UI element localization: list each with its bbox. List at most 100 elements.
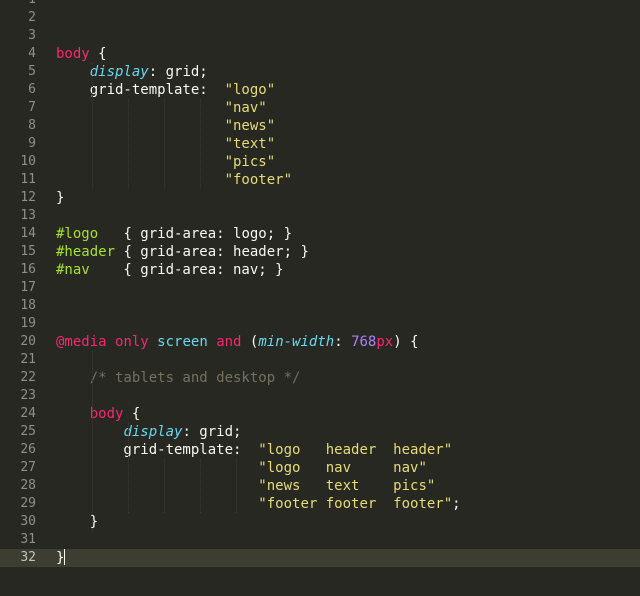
code-line[interactable]: 5 display: grid; xyxy=(0,63,640,81)
line-number: 22 xyxy=(20,370,36,385)
code-token: min-width xyxy=(258,334,335,350)
code-line[interactable]: 32} xyxy=(0,549,640,567)
code-line[interactable]: 24 body { xyxy=(0,405,640,423)
line-code: "nav" xyxy=(56,99,267,117)
code-line[interactable]: 20 @media only screen and (min-width: 768… xyxy=(0,333,640,351)
code-token: "logo header header" xyxy=(258,442,453,458)
line-code: "news text pics" xyxy=(56,477,435,495)
line-code: } xyxy=(56,549,66,567)
code-line[interactable]: 18 xyxy=(0,297,640,315)
code-token: ( xyxy=(241,334,259,350)
code-token: #nav xyxy=(56,262,90,278)
code-token: #header xyxy=(56,244,116,260)
code-line[interactable]: 21 xyxy=(0,351,640,369)
code-token: { grid-area: logo; } xyxy=(98,226,293,242)
code-line[interactable]: 10 "pics" xyxy=(0,153,640,171)
code-line[interactable]: 3 xyxy=(0,27,640,45)
code-line[interactable]: 31 xyxy=(0,531,640,549)
line-number: 23 xyxy=(20,388,36,403)
line-number: 5 xyxy=(28,64,36,79)
code-line[interactable]: 4 body { xyxy=(0,45,640,63)
line-number: 26 xyxy=(20,442,36,457)
code-line[interactable]: 6 grid-template: "logo" xyxy=(0,81,640,99)
indent-guide xyxy=(236,459,237,513)
line-code: body { xyxy=(56,405,141,423)
code-line[interactable]: 27 "logo nav nav" xyxy=(0,459,640,477)
line-number: 1 xyxy=(0,0,36,9)
indent-guide xyxy=(92,351,93,531)
line-number: 14 xyxy=(20,226,36,241)
code-token: "news text pics" xyxy=(258,478,436,494)
code-line[interactable]: 30 } xyxy=(0,513,640,531)
line-number: 25 xyxy=(20,424,36,439)
code-line[interactable]: 2 xyxy=(0,9,640,27)
code-line[interactable]: 23 xyxy=(0,387,640,405)
line-code: #header { grid-area: header; } xyxy=(56,243,309,261)
code-token: px xyxy=(376,334,394,350)
code-token: "nav" xyxy=(224,100,267,116)
code-line[interactable]: 13 xyxy=(0,207,640,225)
code-line[interactable]: 17 xyxy=(0,279,640,297)
code-token: and xyxy=(216,334,242,350)
code-token: @media xyxy=(56,334,107,350)
code-line[interactable]: 16 #nav { grid-area: nav; } xyxy=(0,261,640,279)
code-line[interactable]: 7 "nav" xyxy=(0,99,640,117)
line-code: display: grid; xyxy=(56,63,208,81)
code-editor[interactable]: 1234body {5 display: grid;6 grid-templat… xyxy=(0,0,640,596)
code-token: { xyxy=(123,406,141,422)
code-token: grid-template: xyxy=(56,442,259,458)
code-token: { xyxy=(89,46,107,62)
code-token: body xyxy=(89,406,124,422)
code-line[interactable]: 1 xyxy=(0,0,640,9)
code-line[interactable]: 22 /* tablets and desktop */ xyxy=(0,369,640,387)
code-line[interactable]: 11 "footer" xyxy=(0,171,640,189)
code-line[interactable]: 14 #logo { grid-area: logo; } xyxy=(0,225,640,243)
line-number: 28 xyxy=(20,478,36,493)
line-number: 7 xyxy=(28,100,36,115)
text-cursor xyxy=(64,549,66,565)
code-token: "logo" xyxy=(224,82,276,98)
indent-guide xyxy=(164,459,165,513)
code-token: "logo nav nav" xyxy=(258,460,427,476)
line-number: 17 xyxy=(20,280,36,295)
code-line[interactable]: 12} xyxy=(0,189,640,207)
line-code: "logo nav nav" xyxy=(56,459,427,477)
code-token: display xyxy=(123,424,183,440)
line-number: 24 xyxy=(20,406,36,421)
code-token: ) { xyxy=(393,334,419,350)
code-line[interactable]: 9 "text" xyxy=(0,135,640,153)
code-token: { grid-area: header; } xyxy=(115,244,309,260)
line-number: 8 xyxy=(28,118,36,133)
line-number: 31 xyxy=(20,532,36,547)
line-number: 18 xyxy=(20,298,36,313)
line-number: 11 xyxy=(20,172,36,187)
line-code: #nav { grid-area: nav; } xyxy=(56,261,284,279)
code-line[interactable]: 26 grid-template: "logo header header" xyxy=(0,441,640,459)
line-number: 10 xyxy=(20,154,36,169)
code-token: ; xyxy=(452,496,461,512)
line-number: 15 xyxy=(20,244,36,259)
line-code: @media only screen and (min-width: 768px… xyxy=(56,333,419,351)
code-line[interactable]: 25 display: grid; xyxy=(0,423,640,441)
line-number: 9 xyxy=(28,136,36,151)
line-code: display: grid; xyxy=(56,423,241,441)
line-number: 6 xyxy=(28,82,36,97)
code-token: grid-template: xyxy=(56,82,225,98)
code-token: body xyxy=(56,46,90,62)
line-code: "text" xyxy=(56,135,276,153)
code-token: "footer footer footer" xyxy=(258,496,453,512)
indent-guide xyxy=(128,99,129,189)
code-token: only xyxy=(115,334,149,350)
code-token: "pics" xyxy=(224,154,276,170)
code-line[interactable]: 29 "footer footer footer"; xyxy=(0,495,640,513)
code-line[interactable]: 8 "news" xyxy=(0,117,640,135)
code-line[interactable]: 19 xyxy=(0,315,640,333)
code-line[interactable]: 15 #header { grid-area: header; } xyxy=(0,243,640,261)
code-line[interactable]: 28 "news text pics" xyxy=(0,477,640,495)
line-number: 27 xyxy=(20,460,36,475)
